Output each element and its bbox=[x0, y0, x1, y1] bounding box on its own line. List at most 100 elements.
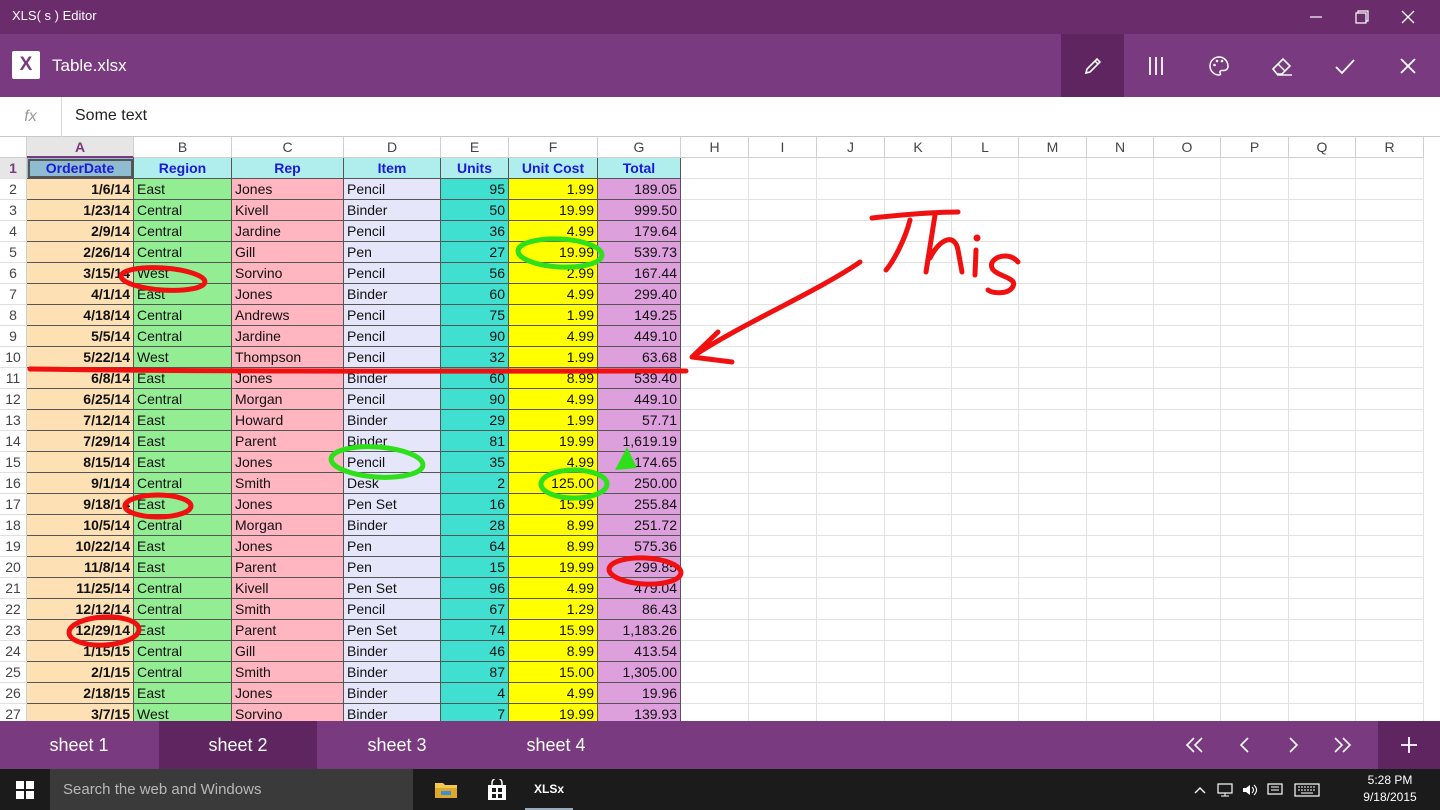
first-sheet-button[interactable] bbox=[1170, 721, 1220, 769]
empty-cell[interactable] bbox=[1154, 158, 1221, 179]
cell-region[interactable]: East bbox=[134, 494, 232, 515]
empty-cell[interactable] bbox=[1154, 221, 1221, 242]
empty-cell[interactable] bbox=[952, 305, 1019, 326]
empty-cell[interactable] bbox=[817, 536, 885, 557]
empty-cell[interactable] bbox=[749, 347, 817, 368]
empty-cell[interactable] bbox=[681, 263, 749, 284]
cell-item[interactable]: Binder bbox=[344, 662, 441, 683]
empty-cell[interactable] bbox=[885, 368, 952, 389]
empty-cell[interactable] bbox=[1019, 284, 1087, 305]
empty-cell[interactable] bbox=[1154, 662, 1221, 683]
cell-unit-cost[interactable]: 1.99 bbox=[509, 347, 598, 368]
column-header[interactable]: D bbox=[344, 137, 441, 158]
empty-cell[interactable] bbox=[1019, 389, 1087, 410]
start-button[interactable] bbox=[0, 769, 50, 810]
row-header[interactable]: 2 bbox=[0, 179, 27, 200]
empty-cell[interactable] bbox=[952, 704, 1019, 721]
empty-cell[interactable] bbox=[1221, 242, 1289, 263]
empty-cell[interactable] bbox=[1154, 305, 1221, 326]
empty-cell[interactable] bbox=[817, 242, 885, 263]
cell-region[interactable]: Central bbox=[134, 326, 232, 347]
cell-unit-cost[interactable]: 19.99 bbox=[509, 704, 598, 721]
empty-cell[interactable] bbox=[1221, 641, 1289, 662]
cell-unit-cost[interactable]: 19.99 bbox=[509, 200, 598, 221]
empty-cell[interactable] bbox=[1356, 389, 1424, 410]
empty-cell[interactable] bbox=[885, 641, 952, 662]
cell-order-date[interactable]: 4/18/14 bbox=[27, 305, 134, 326]
empty-cell[interactable] bbox=[885, 158, 952, 179]
empty-cell[interactable] bbox=[952, 536, 1019, 557]
empty-cell[interactable] bbox=[1356, 242, 1424, 263]
cell-item[interactable]: Pencil bbox=[344, 347, 441, 368]
empty-cell[interactable] bbox=[885, 473, 952, 494]
empty-cell[interactable] bbox=[1289, 473, 1356, 494]
empty-cell[interactable] bbox=[1019, 494, 1087, 515]
empty-cell[interactable] bbox=[1221, 683, 1289, 704]
cell-item[interactable]: Binder bbox=[344, 704, 441, 721]
empty-cell[interactable] bbox=[681, 473, 749, 494]
empty-cell[interactable] bbox=[1087, 263, 1154, 284]
column-title-order-date[interactable]: OrderDate bbox=[27, 158, 134, 179]
empty-cell[interactable] bbox=[1289, 326, 1356, 347]
row-header[interactable]: 5 bbox=[0, 242, 27, 263]
empty-cell[interactable] bbox=[1019, 431, 1087, 452]
empty-cell[interactable] bbox=[749, 536, 817, 557]
empty-cell[interactable] bbox=[681, 389, 749, 410]
empty-cell[interactable] bbox=[817, 326, 885, 347]
empty-cell[interactable] bbox=[681, 179, 749, 200]
column-header[interactable]: E bbox=[441, 137, 509, 158]
empty-cell[interactable] bbox=[1154, 263, 1221, 284]
cell-units[interactable]: 60 bbox=[441, 368, 509, 389]
empty-cell[interactable] bbox=[952, 452, 1019, 473]
empty-cell[interactable] bbox=[749, 389, 817, 410]
empty-cell[interactable] bbox=[952, 557, 1019, 578]
minimize-button[interactable] bbox=[1293, 0, 1339, 34]
empty-cell[interactable] bbox=[1221, 578, 1289, 599]
cell-unit-cost[interactable]: 4.99 bbox=[509, 578, 598, 599]
cell-order-date[interactable]: 1/15/15 bbox=[27, 641, 134, 662]
empty-cell[interactable] bbox=[1019, 557, 1087, 578]
empty-cell[interactable] bbox=[1019, 158, 1087, 179]
volume-icon[interactable] bbox=[1240, 780, 1260, 800]
empty-cell[interactable] bbox=[749, 263, 817, 284]
cell-region[interactable]: Central bbox=[134, 242, 232, 263]
empty-cell[interactable] bbox=[1289, 347, 1356, 368]
empty-cell[interactable] bbox=[1019, 221, 1087, 242]
cell-rep[interactable]: Jones bbox=[232, 452, 344, 473]
empty-cell[interactable] bbox=[1154, 200, 1221, 221]
empty-cell[interactable] bbox=[1019, 515, 1087, 536]
empty-cell[interactable] bbox=[885, 557, 952, 578]
empty-cell[interactable] bbox=[885, 179, 952, 200]
cell-region[interactable]: Central bbox=[134, 200, 232, 221]
empty-cell[interactable] bbox=[1087, 305, 1154, 326]
cell-rep[interactable]: Kivell bbox=[232, 200, 344, 221]
cell-unit-cost[interactable]: 1.99 bbox=[509, 410, 598, 431]
empty-cell[interactable] bbox=[1356, 557, 1424, 578]
cell-item[interactable]: Binder bbox=[344, 515, 441, 536]
empty-cell[interactable] bbox=[817, 494, 885, 515]
cell-order-date[interactable]: 5/22/14 bbox=[27, 347, 134, 368]
empty-cell[interactable] bbox=[749, 158, 817, 179]
cell-total[interactable]: 179.64 bbox=[598, 221, 681, 242]
cell-units[interactable]: 15 bbox=[441, 557, 509, 578]
cell-units[interactable]: 75 bbox=[441, 305, 509, 326]
row-header[interactable]: 6 bbox=[0, 263, 27, 284]
empty-cell[interactable] bbox=[817, 389, 885, 410]
empty-cell[interactable] bbox=[1221, 599, 1289, 620]
empty-cell[interactable] bbox=[1019, 305, 1087, 326]
cell-total[interactable]: 139.93 bbox=[598, 704, 681, 721]
cell-order-date[interactable]: 6/8/14 bbox=[27, 368, 134, 389]
column-title-item[interactable]: Item bbox=[344, 158, 441, 179]
empty-cell[interactable] bbox=[1289, 683, 1356, 704]
empty-cell[interactable] bbox=[952, 473, 1019, 494]
cell-rep[interactable]: Smith bbox=[232, 473, 344, 494]
empty-cell[interactable] bbox=[1289, 242, 1356, 263]
row-header[interactable]: 24 bbox=[0, 641, 27, 662]
cell-order-date[interactable]: 3/7/15 bbox=[27, 704, 134, 721]
cell-total[interactable]: 299.85 bbox=[598, 557, 681, 578]
empty-cell[interactable] bbox=[1221, 662, 1289, 683]
cell-region[interactable]: West bbox=[134, 263, 232, 284]
cell-order-date[interactable]: 2/9/14 bbox=[27, 221, 134, 242]
empty-cell[interactable] bbox=[952, 515, 1019, 536]
empty-cell[interactable] bbox=[1154, 389, 1221, 410]
